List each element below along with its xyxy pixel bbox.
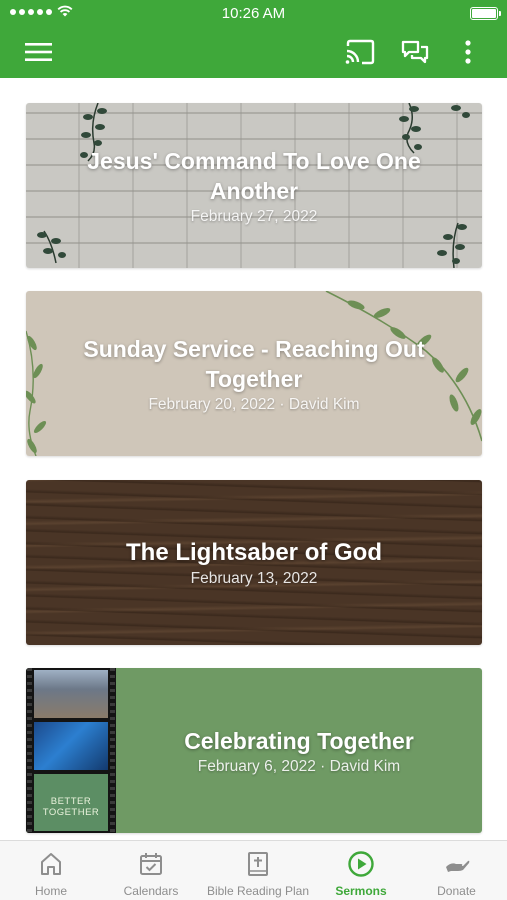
sermon-card[interactable]: The Lightsaber of God February 13, 2022 xyxy=(26,480,482,645)
tab-label: Home xyxy=(34,884,67,898)
cast-icon xyxy=(345,39,375,65)
sermon-title: The Lightsaber of God xyxy=(126,538,382,566)
photo-frame xyxy=(34,670,108,718)
tab-bible-reading-plan[interactable]: Bible Reading Plan xyxy=(200,841,316,900)
sermon-title: Jesus' Command To Love One Another xyxy=(87,147,421,204)
sermon-date: February 20, 2022 · David Kim xyxy=(148,395,360,413)
tab-label: Sermons xyxy=(335,884,387,898)
sermon-date: February 6, 2022 · David Kim xyxy=(197,757,401,775)
sermon-card[interactable]: Jesus' Command To Love One Another Febru… xyxy=(26,103,482,268)
menu-button[interactable] xyxy=(17,26,61,78)
status-time: 10:26 AM xyxy=(221,5,286,22)
filmstrip-thumbnail: BETTER TOGETHER xyxy=(26,668,116,833)
more-options-button[interactable] xyxy=(446,26,490,78)
calendar-icon xyxy=(140,853,162,875)
sermon-title: Sunday Service - Reaching Out Together xyxy=(83,335,425,392)
tab-home[interactable]: Home xyxy=(0,841,102,900)
bottom-tab-bar: Home Calendars Bible Reading Plan Sermon… xyxy=(0,840,507,900)
play-circle-icon xyxy=(348,851,374,877)
sermon-list: Jesus' Command To Love One Another Febru… xyxy=(0,78,507,840)
bible-icon xyxy=(248,852,268,876)
tab-label: Donate xyxy=(437,884,476,898)
cast-button[interactable] xyxy=(338,26,382,78)
sermon-card[interactable]: BETTER TOGETHER Celebrating Together Feb… xyxy=(26,668,482,833)
more-vertical-icon xyxy=(465,40,471,64)
menu-icon xyxy=(25,43,52,61)
tab-label: Calendars xyxy=(123,884,179,898)
donate-hand-icon xyxy=(445,860,469,872)
chat-icon xyxy=(401,40,429,64)
sermon-date: February 27, 2022 xyxy=(190,207,318,225)
app-bar xyxy=(0,26,507,78)
status-bar: 10:26 AM xyxy=(0,0,507,26)
photo-frame xyxy=(34,722,108,770)
tab-label: Bible Reading Plan xyxy=(206,884,310,898)
sermon-title: Celebrating Together xyxy=(184,727,414,754)
battery-icon xyxy=(470,7,501,20)
sermon-card[interactable]: Sunday Service - Reaching Out Together F… xyxy=(26,291,482,456)
tab-donate[interactable]: Donate xyxy=(406,841,507,900)
thumbnail-caption: BETTER TOGETHER xyxy=(34,774,108,831)
home-icon xyxy=(41,853,61,875)
sermon-date: February 13, 2022 xyxy=(190,569,318,587)
tab-calendars[interactable]: Calendars xyxy=(102,841,200,900)
chat-button[interactable] xyxy=(393,26,437,78)
tab-sermons[interactable]: Sermons xyxy=(316,841,406,900)
